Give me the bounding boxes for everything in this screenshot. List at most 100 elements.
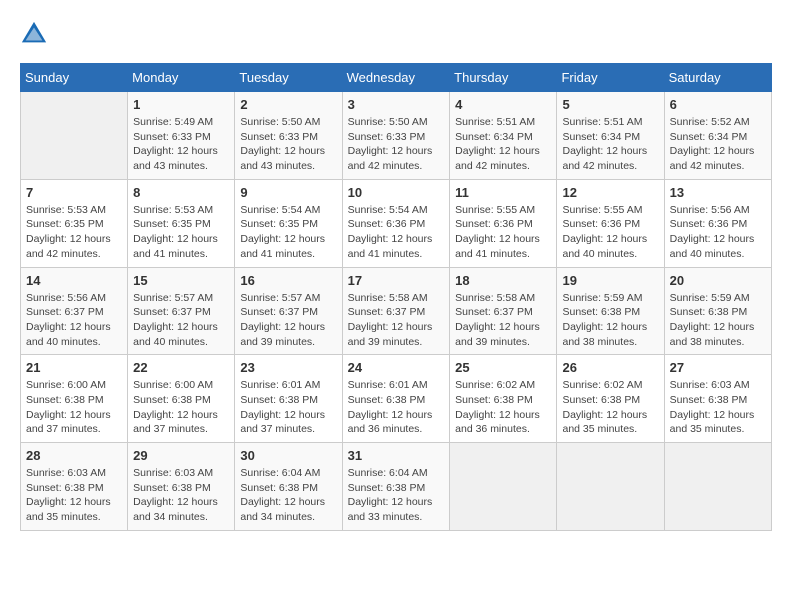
calendar-week: 28 Sunrise: 6:03 AMSunset: 6:38 PMDayligh… [21, 443, 772, 531]
day-info: Sunrise: 5:55 AMSunset: 6:36 PMDaylight:… [455, 203, 551, 262]
calendar-day: 12 Sunrise: 5:55 AMSunset: 6:36 PMDayligh… [557, 179, 664, 267]
day-number: 5 [562, 97, 658, 112]
calendar-day: 29 Sunrise: 6:03 AMSunset: 6:38 PMDayligh… [128, 443, 235, 531]
calendar-header: SundayMondayTuesdayWednesdayThursdayFrid… [21, 64, 772, 92]
calendar-day [450, 443, 557, 531]
calendar-day: 10 Sunrise: 5:54 AMSunset: 6:36 PMDayligh… [342, 179, 450, 267]
calendar-day: 6 Sunrise: 5:52 AMSunset: 6:34 PMDaylight… [664, 92, 771, 180]
calendar-day: 27 Sunrise: 6:03 AMSunset: 6:38 PMDayligh… [664, 355, 771, 443]
header-day: Thursday [450, 64, 557, 92]
day-info: Sunrise: 5:56 AMSunset: 6:36 PMDaylight:… [670, 203, 766, 262]
calendar-day: 30Sunrise: 6:04 AMSunset: 6:38 PMDayligh… [235, 443, 342, 531]
header-day: Saturday [664, 64, 771, 92]
calendar-day [21, 92, 128, 180]
day-info: Sunrise: 6:02 AMSunset: 6:38 PMDaylight:… [455, 378, 551, 437]
header-day: Friday [557, 64, 664, 92]
calendar-body: 1 Sunrise: 5:49 AMSunset: 6:33 PMDaylight… [21, 92, 772, 531]
day-number: 16 [240, 273, 336, 288]
day-number: 13 [670, 185, 766, 200]
day-info: Sunrise: 5:49 AMSunset: 6:33 PMDaylight:… [133, 115, 229, 174]
calendar-day: 21 Sunrise: 6:00 AMSunset: 6:38 PMDayligh… [21, 355, 128, 443]
calendar-day: 2Sunrise: 5:50 AMSunset: 6:33 PMDaylight… [235, 92, 342, 180]
calendar-day: 26Sunrise: 6:02 AMSunset: 6:38 PMDayligh… [557, 355, 664, 443]
calendar-day: 23Sunrise: 6:01 AMSunset: 6:38 PMDayligh… [235, 355, 342, 443]
day-info: Sunrise: 6:03 AMSunset: 6:38 PMDaylight:… [133, 466, 229, 525]
day-info: Sunrise: 5:53 AMSunset: 6:35 PMDaylight:… [133, 203, 229, 262]
calendar-day: 24 Sunrise: 6:01 AMSunset: 6:38 PMDayligh… [342, 355, 450, 443]
day-info: Sunrise: 5:57 AMSunset: 6:37 PMDaylight:… [240, 291, 336, 350]
calendar-day: 4 Sunrise: 5:51 AMSunset: 6:34 PMDaylight… [450, 92, 557, 180]
day-info: Sunrise: 5:58 AMSunset: 6:37 PMDaylight:… [348, 291, 445, 350]
day-number: 6 [670, 97, 766, 112]
calendar-week: 1 Sunrise: 5:49 AMSunset: 6:33 PMDaylight… [21, 92, 772, 180]
calendar-day [557, 443, 664, 531]
logo-icon [20, 20, 48, 48]
calendar-day: 9 Sunrise: 5:54 AMSunset: 6:35 PMDaylight… [235, 179, 342, 267]
day-info: Sunrise: 6:03 AMSunset: 6:38 PMDaylight:… [670, 378, 766, 437]
calendar-day: 8Sunrise: 5:53 AMSunset: 6:35 PMDaylight… [128, 179, 235, 267]
day-info: Sunrise: 5:53 AMSunset: 6:35 PMDaylight:… [26, 203, 122, 262]
day-number: 12 [562, 185, 658, 200]
calendar-week: 21 Sunrise: 6:00 AMSunset: 6:38 PMDayligh… [21, 355, 772, 443]
day-info: Sunrise: 5:55 AMSunset: 6:36 PMDaylight:… [562, 203, 658, 262]
day-number: 10 [348, 185, 445, 200]
day-number: 1 [133, 97, 229, 112]
calendar-week: 7Sunrise: 5:53 AMSunset: 6:35 PMDaylight… [21, 179, 772, 267]
day-number: 4 [455, 97, 551, 112]
calendar-day: 3Sunrise: 5:50 AMSunset: 6:33 PMDaylight… [342, 92, 450, 180]
day-number: 21 [26, 360, 122, 375]
day-number: 19 [562, 273, 658, 288]
day-info: Sunrise: 5:50 AMSunset: 6:33 PMDaylight:… [240, 115, 336, 174]
day-info: Sunrise: 6:03 AMSunset: 6:38 PMDaylight:… [26, 466, 122, 525]
day-number: 14 [26, 273, 122, 288]
header-day: Wednesday [342, 64, 450, 92]
calendar-day: 18Sunrise: 5:58 AMSunset: 6:37 PMDayligh… [450, 267, 557, 355]
day-info: Sunrise: 5:59 AMSunset: 6:38 PMDaylight:… [670, 291, 766, 350]
day-info: Sunrise: 5:52 AMSunset: 6:34 PMDaylight:… [670, 115, 766, 174]
day-number: 11 [455, 185, 551, 200]
calendar-day [664, 443, 771, 531]
calendar-day: 22Sunrise: 6:00 AMSunset: 6:38 PMDayligh… [128, 355, 235, 443]
day-info: Sunrise: 5:57 AMSunset: 6:37 PMDaylight:… [133, 291, 229, 350]
day-info: Sunrise: 6:00 AMSunset: 6:38 PMDaylight:… [26, 378, 122, 437]
calendar-week: 14Sunrise: 5:56 AMSunset: 6:37 PMDayligh… [21, 267, 772, 355]
day-number: 17 [348, 273, 445, 288]
day-number: 22 [133, 360, 229, 375]
day-number: 25 [455, 360, 551, 375]
day-number: 26 [562, 360, 658, 375]
calendar-day: 16 Sunrise: 5:57 AMSunset: 6:37 PMDayligh… [235, 267, 342, 355]
calendar-day: 1 Sunrise: 5:49 AMSunset: 6:33 PMDaylight… [128, 92, 235, 180]
day-number: 24 [348, 360, 445, 375]
calendar-day: 19Sunrise: 5:59 AMSunset: 6:38 PMDayligh… [557, 267, 664, 355]
day-info: Sunrise: 5:58 AMSunset: 6:37 PMDaylight:… [455, 291, 551, 350]
header-row: SundayMondayTuesdayWednesdayThursdayFrid… [21, 64, 772, 92]
calendar-day: 7Sunrise: 5:53 AMSunset: 6:35 PMDaylight… [21, 179, 128, 267]
day-info: Sunrise: 6:04 AMSunset: 6:38 PMDaylight:… [348, 466, 445, 525]
calendar-day: 13 Sunrise: 5:56 AMSunset: 6:36 PMDayligh… [664, 179, 771, 267]
logo [20, 20, 52, 48]
day-info: Sunrise: 5:54 AMSunset: 6:36 PMDaylight:… [348, 203, 445, 262]
day-info: Sunrise: 5:51 AMSunset: 6:34 PMDaylight:… [562, 115, 658, 174]
day-number: 27 [670, 360, 766, 375]
calendar-day: 5 Sunrise: 5:51 AMSunset: 6:34 PMDaylight… [557, 92, 664, 180]
calendar-day: 31 Sunrise: 6:04 AMSunset: 6:38 PMDayligh… [342, 443, 450, 531]
day-number: 29 [133, 448, 229, 463]
day-info: Sunrise: 5:50 AMSunset: 6:33 PMDaylight:… [348, 115, 445, 174]
day-info: Sunrise: 5:54 AMSunset: 6:35 PMDaylight:… [240, 203, 336, 262]
header-day: Monday [128, 64, 235, 92]
day-info: Sunrise: 5:51 AMSunset: 6:34 PMDaylight:… [455, 115, 551, 174]
day-number: 20 [670, 273, 766, 288]
calendar-day: 11 Sunrise: 5:55 AMSunset: 6:36 PMDayligh… [450, 179, 557, 267]
day-number: 9 [240, 185, 336, 200]
calendar-table: SundayMondayTuesdayWednesdayThursdayFrid… [20, 63, 772, 531]
day-number: 31 [348, 448, 445, 463]
calendar-day: 20 Sunrise: 5:59 AMSunset: 6:38 PMDayligh… [664, 267, 771, 355]
day-info: Sunrise: 6:04 AMSunset: 6:38 PMDaylight:… [240, 466, 336, 525]
day-info: Sunrise: 6:01 AMSunset: 6:38 PMDaylight:… [240, 378, 336, 437]
calendar-day: 15 Sunrise: 5:57 AMSunset: 6:37 PMDayligh… [128, 267, 235, 355]
day-number: 28 [26, 448, 122, 463]
header-day: Sunday [21, 64, 128, 92]
calendar-day: 14Sunrise: 5:56 AMSunset: 6:37 PMDayligh… [21, 267, 128, 355]
day-number: 15 [133, 273, 229, 288]
day-info: Sunrise: 6:01 AMSunset: 6:38 PMDaylight:… [348, 378, 445, 437]
